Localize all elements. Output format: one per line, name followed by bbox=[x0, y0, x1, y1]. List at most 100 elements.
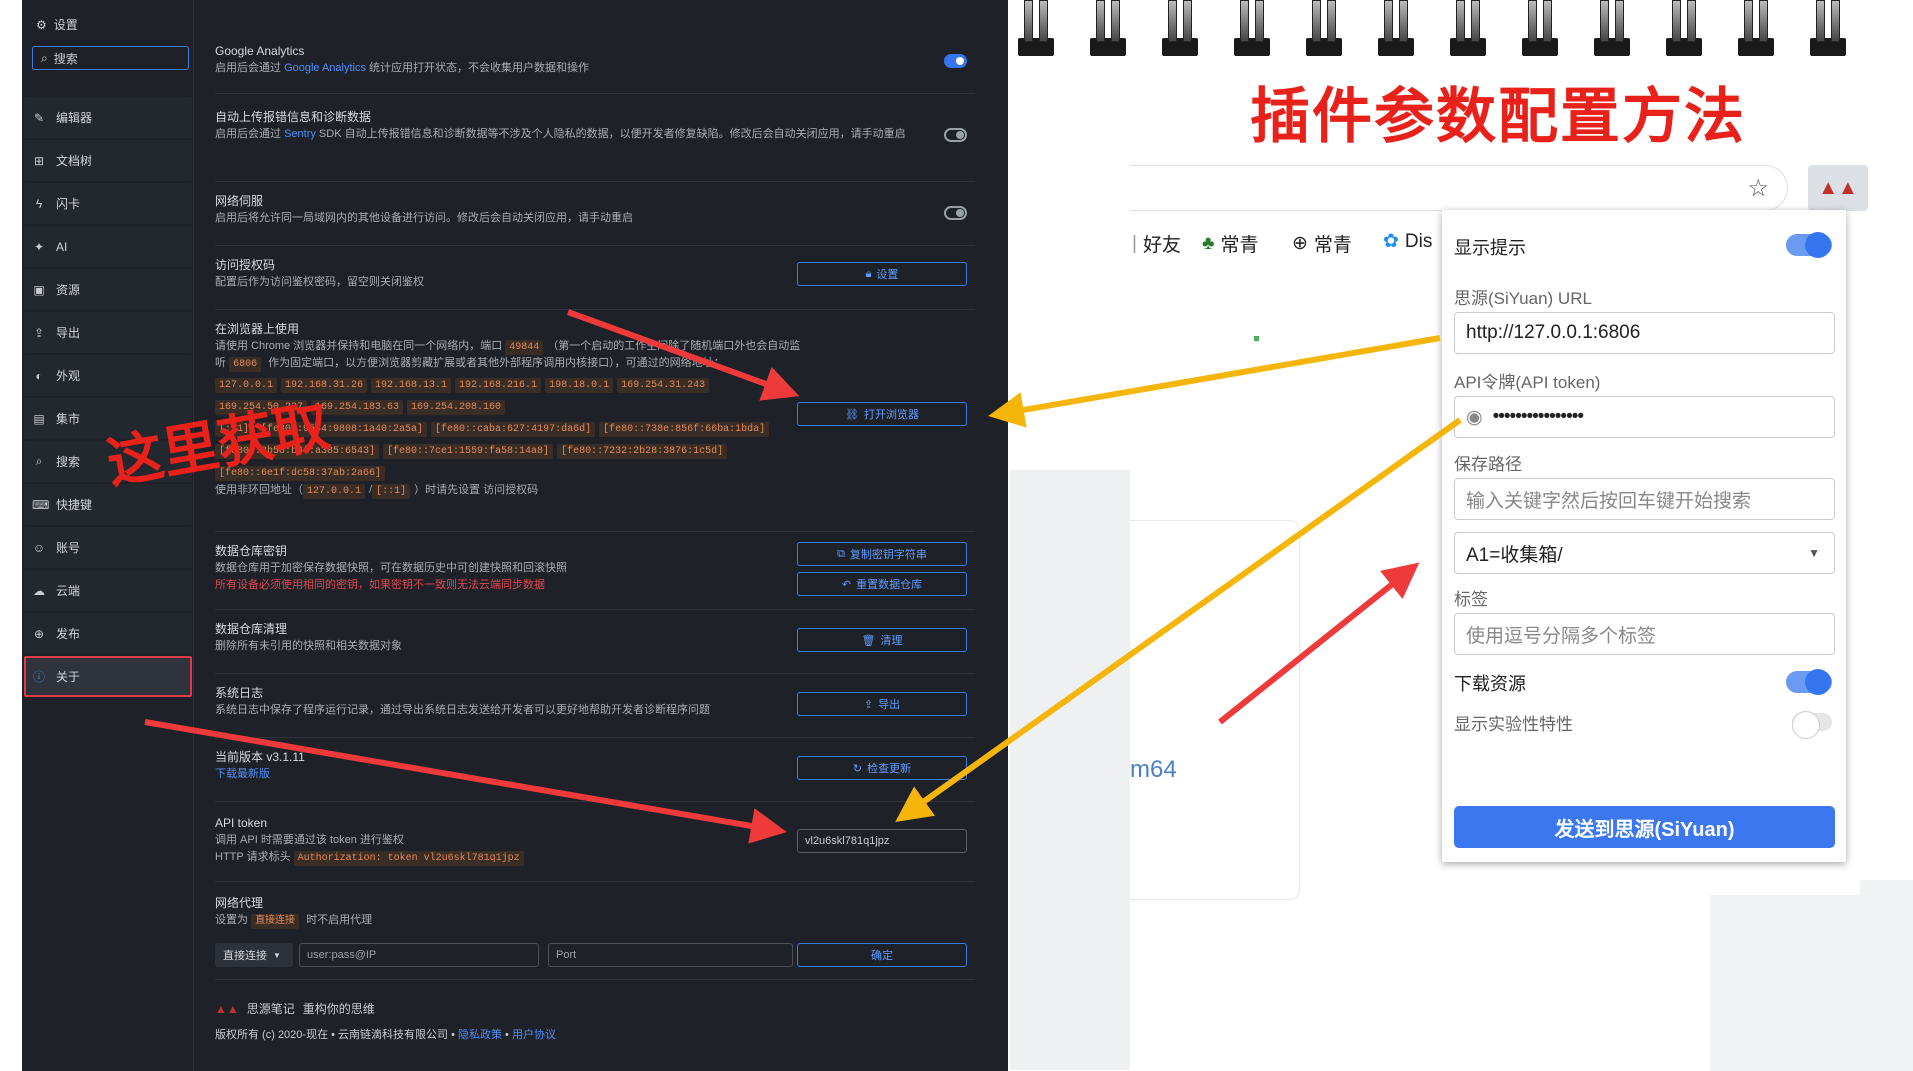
setting-desc: 启用后会通过 Google Analytics 统计应用打开状态，不会收集用户数… bbox=[215, 60, 975, 77]
chevron-down-icon: ▼ bbox=[273, 950, 281, 960]
star-icon[interactable]: ☆ bbox=[1747, 174, 1769, 203]
bookmark-item[interactable]: ⊕ 常青 bbox=[1292, 230, 1352, 257]
export-log-button[interactable]: ⇪ 导出 bbox=[797, 692, 967, 716]
setting-desc: 请使用 Chrome 浏览器并保持和电脑在同一个网络内，端口 49844 （第一个… bbox=[215, 338, 805, 372]
show-tips-toggle[interactable] bbox=[1786, 232, 1832, 258]
sidebar-item-label: 账号 bbox=[56, 541, 81, 555]
ip-list: 127.0.0.1 192.168.31.26 192.168.13.1 192.16… bbox=[215, 374, 975, 394]
proxy-port-input[interactable]: Port bbox=[548, 943, 793, 967]
show-tips-label: 显示提示 bbox=[1454, 238, 1526, 258]
bookmark-item[interactable]: ♣ 常青 bbox=[1202, 230, 1258, 257]
eye-icon[interactable]: ◉ bbox=[1466, 406, 1483, 429]
copyright-text: 版权所有 (c) 2020-现在 • 云南链滴科技有限公司 • bbox=[215, 1029, 458, 1041]
sidebar-item-export[interactable]: ⇪ 导出 bbox=[24, 312, 192, 353]
network-serve-toggle[interactable] bbox=[944, 206, 967, 220]
sidebar-item-flashcard[interactable]: ϟ 闪卡 bbox=[24, 183, 192, 224]
desc-text: 启用后会通过 bbox=[215, 62, 285, 74]
send-to-siyuan-button[interactable]: 发送到思源(SiYuan) bbox=[1454, 806, 1835, 848]
sidebar-item-about[interactable]: ⓘ 关于 bbox=[24, 656, 192, 697]
siyuan-url-input[interactable]: http://127.0.0.1:6806 bbox=[1454, 312, 1835, 354]
copy-key-button[interactable]: ⧉ 复制密钥字符串 bbox=[797, 542, 967, 566]
sidebar-search-input[interactable]: ⌕ 搜索 bbox=[32, 46, 189, 70]
access-code-set-button[interactable]: 🔒︎ 设置 bbox=[797, 262, 967, 286]
sidebar-item-ai[interactable]: ✦ AI bbox=[24, 226, 192, 267]
url-label: 思源(SiYuan) URL bbox=[1454, 289, 1592, 308]
api-token-input[interactable]: ◉ •••••••••••••••• bbox=[1454, 396, 1835, 438]
download-assets-toggle[interactable] bbox=[1786, 669, 1832, 695]
experimental-label: 显示实验性特性 bbox=[1454, 715, 1573, 734]
select-value: 直接连接 bbox=[223, 950, 267, 962]
setting-network-serve: 网络伺服 启用后将允许同一局域网内的其他设备进行访问。修改后会自动关闭应用，请手… bbox=[215, 182, 975, 246]
ip-chip: 169.254.31.243 bbox=[617, 378, 710, 393]
check-update-button[interactable]: ↻ 检查更新 bbox=[797, 756, 967, 780]
upload-icon: ⇪ bbox=[33, 325, 45, 340]
sidebar-item-label: 发布 bbox=[56, 627, 81, 641]
user-icon: ☺ bbox=[32, 540, 46, 555]
sidebar-search-placeholder: 搜索 bbox=[53, 51, 78, 66]
page-card bbox=[1130, 520, 1300, 900]
bookmark-item[interactable]: | 好友 bbox=[1132, 230, 1181, 257]
download-latest-link[interactable]: 下载最新版 bbox=[215, 768, 270, 780]
sidebar-item-publish[interactable]: ⊕ 发布 bbox=[24, 613, 192, 654]
desc-text: 时不启用代理 bbox=[303, 914, 373, 926]
browser-address-bar[interactable]: ☆ bbox=[1130, 165, 1788, 211]
api-token-field[interactable]: vl2u6skl781q1jpz bbox=[797, 829, 967, 853]
ring-binder bbox=[1090, 0, 1126, 58]
upload-icon: ⇪ bbox=[863, 698, 874, 711]
ip-list: [fe80::6e1f:dc58:37ab:2a66] bbox=[215, 462, 975, 482]
sidebar-item-label: 编辑器 bbox=[56, 111, 93, 125]
keyboard-icon: ⌨ bbox=[32, 497, 50, 512]
save-path-input[interactable]: 输入关键字然后按回车键开始搜索 bbox=[1454, 478, 1835, 520]
diagnostics-toggle[interactable] bbox=[944, 128, 967, 142]
google-analytics-link[interactable]: Google Analytics bbox=[284, 62, 366, 74]
repo-clean-button[interactable]: 🗑︎ 清理 bbox=[797, 628, 967, 652]
sidebar-item-appearance[interactable]: ◐ 外观 bbox=[24, 355, 192, 396]
gear-icon: ⚙ bbox=[36, 17, 47, 32]
page-dot bbox=[1254, 336, 1259, 341]
ring-binder bbox=[1594, 0, 1630, 58]
sidebar-item-label: 云端 bbox=[56, 584, 81, 598]
analytics-toggle[interactable] bbox=[944, 54, 967, 68]
open-browser-button[interactable]: ⛓ 打开浏览器 bbox=[797, 402, 967, 426]
tags-input[interactable]: 使用逗号分隔多个标签 bbox=[1454, 613, 1835, 655]
proxy-confirm-button[interactable]: 确定 bbox=[797, 943, 967, 967]
sidebar-item-account[interactable]: ☺ 账号 bbox=[24, 527, 192, 568]
siyuan-logo-icon: ▲▲ bbox=[215, 1001, 239, 1016]
ip-chip: [::1] bbox=[372, 484, 411, 499]
sidebar-item-assets[interactable]: ▣ 资源 bbox=[24, 269, 192, 310]
brand-slogan: 重构你的思维 bbox=[302, 1002, 375, 1016]
proxy-type-select[interactable]: 直接连接 ▼ bbox=[215, 943, 293, 967]
sidebar-item-filetree[interactable]: ⊞ 文档树 bbox=[24, 140, 192, 181]
ip-chip: 192.168.13.1 bbox=[371, 378, 452, 393]
extension-button[interactable]: ▲▲ bbox=[1808, 165, 1868, 211]
reset-repo-button[interactable]: ↶ 重置数据仓库 bbox=[797, 572, 967, 596]
bookmark-item[interactable]: ✿ Dis bbox=[1383, 230, 1432, 253]
bookmark-label: 常青 bbox=[1313, 235, 1352, 256]
ip-chip: [fe80::caba:627:4197:da6d] bbox=[431, 422, 596, 437]
sidebar-item-label: 集市 bbox=[56, 412, 81, 426]
sidebar-item-cloud[interactable]: ☁ 云端 bbox=[24, 570, 192, 611]
privacy-link[interactable]: 隐私政策 bbox=[458, 1029, 502, 1041]
sidebar-item-editor[interactable]: ✎ 编辑器 bbox=[24, 97, 192, 138]
experimental-toggle[interactable] bbox=[1792, 711, 1832, 739]
proxy-user-input[interactable]: user:pass@IP bbox=[299, 943, 539, 967]
notebook-select[interactable]: A1=收集箱/ ▼ bbox=[1454, 532, 1835, 574]
token-label: API令牌(API token) bbox=[1454, 373, 1601, 392]
ip-chip: 127.0.0.1 bbox=[303, 484, 366, 499]
button-label: 确定 bbox=[871, 950, 893, 962]
ip-chip: [fe80::7232:2b28:3876:1c5d] bbox=[557, 444, 728, 459]
ip-chip: [fe80::738e:856f:66ba:1bda] bbox=[599, 422, 770, 437]
setting-google-analytics: Google Analytics 启用后会通过 Google Analytics… bbox=[215, 28, 975, 94]
agreement-link[interactable]: 用户协议 bbox=[512, 1029, 556, 1041]
sentry-link[interactable]: Sentry bbox=[284, 128, 316, 140]
button-label: 清理 bbox=[880, 635, 903, 647]
lock-icon: 🔒︎ bbox=[865, 267, 872, 280]
button-label: 重置数据仓库 bbox=[856, 579, 923, 591]
setting-title: 网络代理 bbox=[215, 896, 264, 910]
save-path-label: 保存路径 bbox=[1454, 455, 1522, 474]
desc-text: 请使用 Chrome 浏览器并保持和电脑在同一个网络内，端口 bbox=[215, 340, 506, 352]
extension-popup: 显示提示 思源(SiYuan) URL http://127.0.0.1:680… bbox=[1442, 210, 1846, 862]
sidebar-item-label: 搜索 bbox=[56, 455, 81, 469]
desc-text: 统计应用打开状态，不会收集用户数据和操作 bbox=[366, 62, 590, 74]
bookmark-label: 常青 bbox=[1220, 235, 1259, 256]
